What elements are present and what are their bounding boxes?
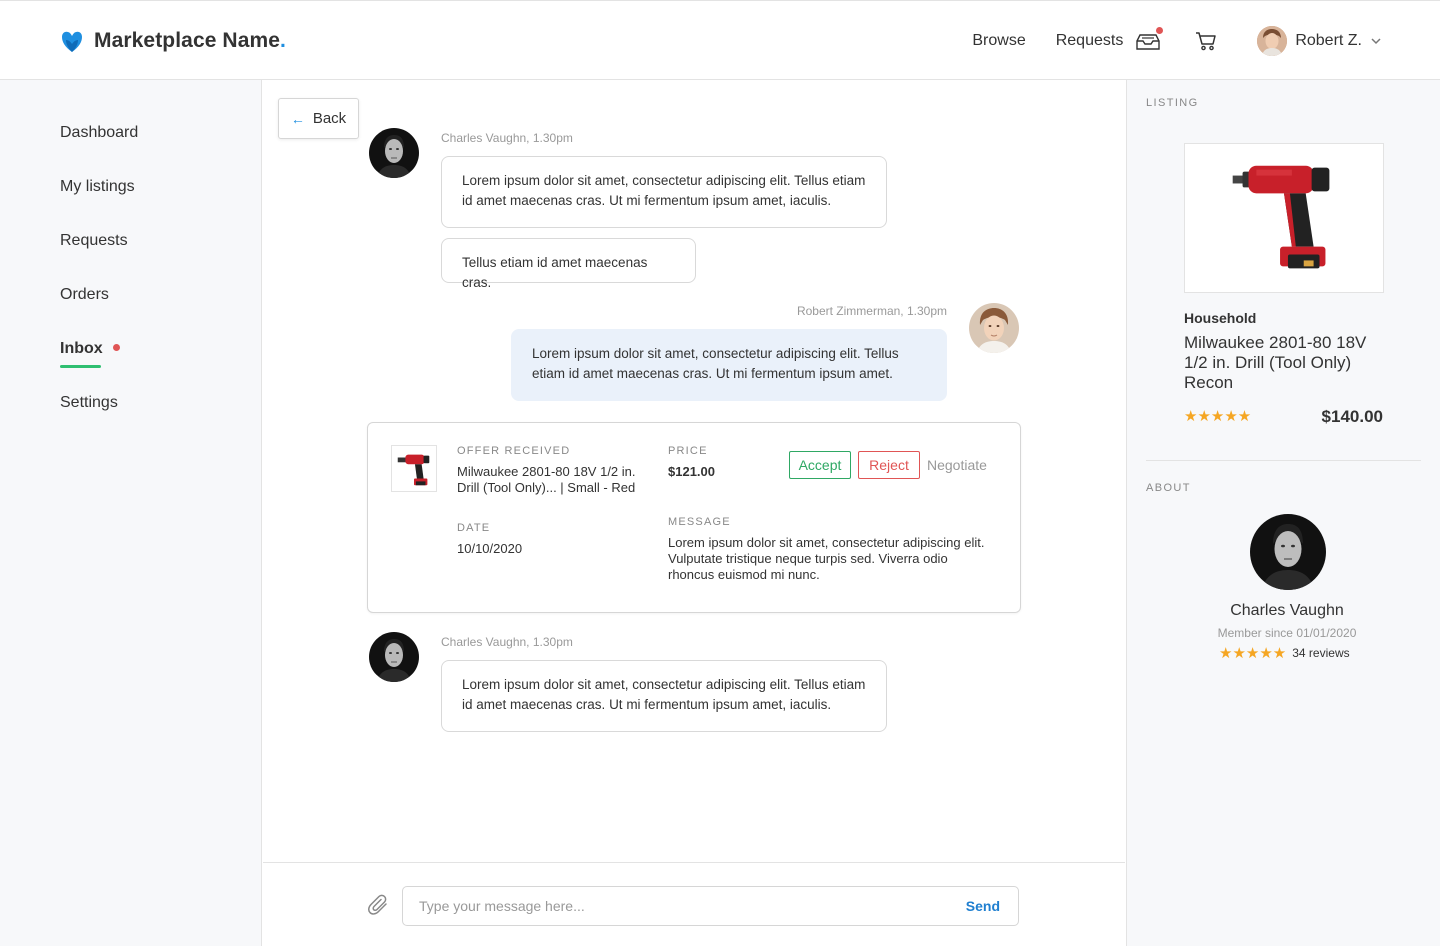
sidebar-item-requests[interactable]: Requests [60,232,128,250]
message-meta: Charles Vaughn, 1.30pm [441,635,573,649]
user-avatar [1257,26,1288,56]
sidebar: Dashboard My listings Requests Orders In… [0,80,262,946]
message-input-container: Send [402,886,1019,926]
charles-avatar [369,632,419,682]
arrow-left-icon: ← [290,110,305,127]
seller-name[interactable]: Charles Vaughn [1127,602,1440,620]
my-message-bubble: Lorem ipsum dolor sit amet, consectetur … [511,329,947,401]
message-bubble: Tellus etiam id amet maecenas cras. [441,238,696,290]
offer-received-label: OFFER RECEIVED [457,445,571,457]
listing-rating-stars: ★★★★★ [1184,408,1252,425]
top-nav: Browse Requests Robert Z. [972,1,1382,81]
chat-panel: ← Back Charles Vaughn, 1.30pm Lorem ipsu… [263,80,1125,946]
brand-name: Marketplace Name. [94,29,286,52]
listing-category: Household [1184,310,1257,326]
message-meta: Robert Zimmerman, 1.30pm [796,304,947,318]
listing-section-label: LISTING [1146,97,1199,109]
seller-rating: ★★★★★ 34 reviews [1219,644,1350,662]
offer-price: $121.00 [668,464,715,479]
message-meta: Charles Vaughn, 1.30pm [441,131,573,145]
requests-tray-icon [1135,27,1164,52]
nav-browse[interactable]: Browse [972,32,1025,50]
robert-avatar [969,303,1019,353]
offer-product-thumbnail [391,445,437,492]
sidebar-item-settings[interactable]: Settings [60,394,118,412]
brand-logo[interactable]: Marketplace Name. [60,29,286,53]
negotiate-button[interactable]: Negotiate [927,457,987,473]
listing-image[interactable] [1184,143,1384,293]
requests-notification-dot [1156,27,1164,34]
offer-price-label: PRICE [668,445,708,457]
member-since: Member since 01/01/2020 [1217,626,1357,640]
message-input[interactable] [419,887,939,925]
about-section-label: ABOUT [1146,482,1191,494]
offer-product-name: Milwaukee 2801-80 18V 1/2 in. Drill (Too… [457,464,636,495]
sidebar-item-orders[interactable]: Orders [60,286,109,304]
sidebar-item-my-listings[interactable]: My listings [60,178,135,196]
back-button-label: Back [312,110,347,127]
message-bubble: Lorem ipsum dolor sit amet, consectetur … [441,660,887,732]
offer-date: 10/10/2020 [457,541,523,556]
offer-message-label: MESSAGE [668,516,731,528]
paperclip-icon[interactable] [367,893,391,917]
offer-message: Lorem ipsum dolor sit amet, consectetur … [668,535,985,582]
cart-icon[interactable] [1195,30,1217,52]
seller-avatar[interactable] [1250,514,1326,590]
section-divider [1146,460,1421,461]
top-header: Marketplace Name. Browse Requests Robert… [0,0,1440,80]
offer-date-label: DATE [457,522,491,534]
inbox-notification-dot [112,344,120,351]
seller-rating-stars: ★★★★★ [1219,645,1287,662]
message-composer: Send [263,862,1125,946]
message-bubble: Lorem ipsum dolor sit amet, consectetur … [441,156,887,228]
offer-card: OFFER RECEIVED Milwaukee 2801-80 18V 1/2… [367,422,1021,613]
sidebar-item-inbox-label: Inbox [60,340,103,357]
nav-requests[interactable]: Requests [1055,27,1164,52]
back-button[interactable]: ← Back [278,98,359,139]
listing-price: $140.00 [1321,407,1383,426]
active-item-underline [60,365,101,368]
send-button[interactable]: Send [966,898,1000,914]
accept-button[interactable]: Accept [789,451,851,479]
user-name: Robert Z. [1295,32,1362,49]
seller-reviews-count[interactable]: 34 reviews [1292,646,1349,660]
reject-button[interactable]: Reject [858,451,920,479]
sidebar-item-inbox[interactable]: Inbox [60,340,120,358]
details-panel: LISTING Household Milwaukee 2801-80 18V … [1126,80,1440,946]
nav-requests-label: Requests [1055,32,1124,49]
brand-mark-icon [62,31,82,52]
sidebar-item-dashboard[interactable]: Dashboard [60,124,138,142]
user-menu[interactable]: Robert Z. [1257,26,1382,56]
chevron-down-icon [1371,38,1381,45]
listing-title[interactable]: Milwaukee 2801-80 18V 1/2 in. Drill (Too… [1184,333,1384,393]
charles-avatar [369,128,419,178]
